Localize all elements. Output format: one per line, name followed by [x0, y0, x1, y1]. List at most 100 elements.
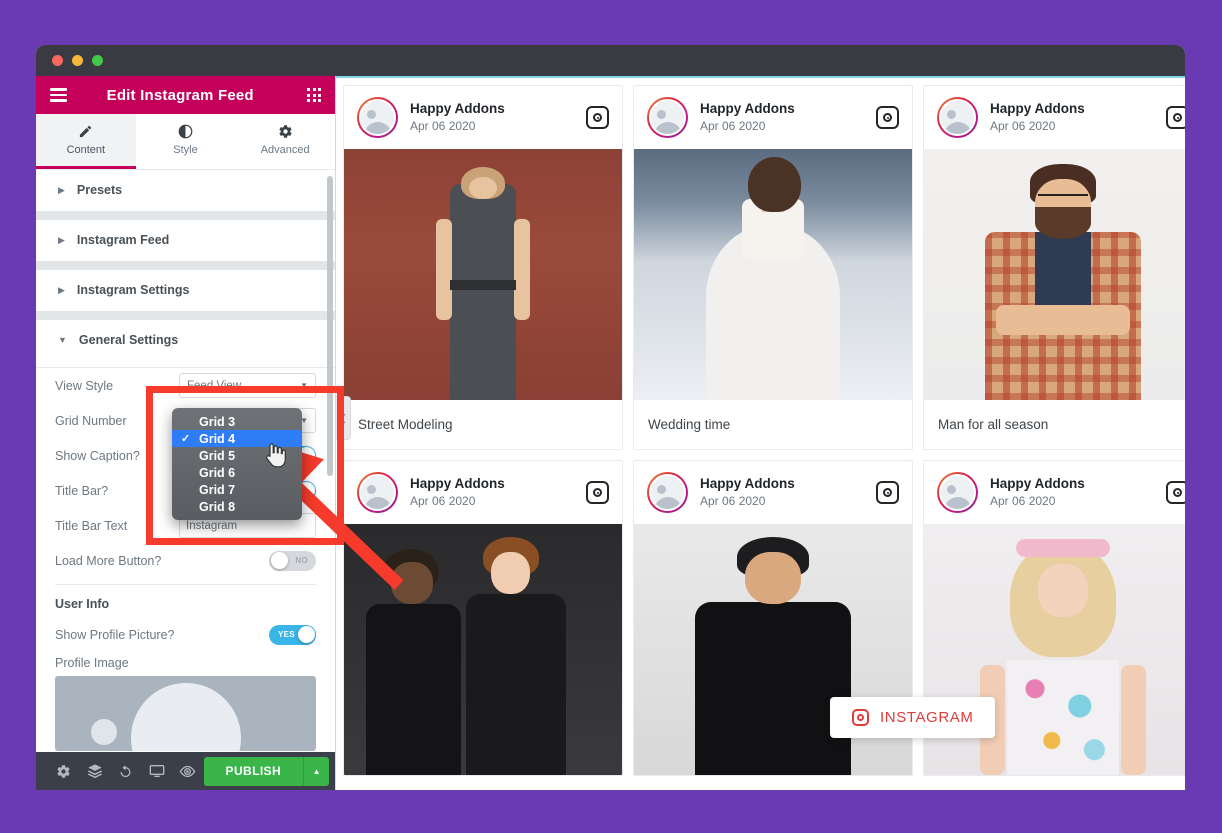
card-date: Apr 06 2020	[700, 118, 766, 133]
dropdown-option-label: Grid 6	[199, 465, 236, 480]
card-username: Happy Addons	[410, 101, 505, 117]
tab-advanced-label: Advanced	[260, 144, 310, 156]
tab-content-label: Content	[66, 144, 106, 156]
card-username: Happy Addons	[990, 101, 1085, 117]
feed-card[interactable]: Happy Addons Apr 06 2020 Man for all sea…	[923, 85, 1185, 450]
dropdown-option-grid-7[interactable]: Grid 7	[172, 481, 302, 498]
feed-card[interactable]: Happy Addons Apr 06 2020 Wedding time	[633, 85, 913, 450]
control-show-profile-label: Show Profile Picture?	[55, 627, 175, 642]
instagram-follow-button[interactable]: INSTAGRAM	[830, 697, 996, 738]
section-presets[interactable]: ▶ Presets	[36, 170, 335, 211]
section-general-settings-label: General Settings	[78, 333, 179, 347]
panel-tabs: Content Style Advanced	[36, 114, 336, 170]
instagram-icon[interactable]	[876, 106, 899, 129]
instagram-follow-label: INSTAGRAM	[880, 709, 974, 726]
chevron-down-icon: ▼	[58, 334, 67, 345]
pencil-icon	[80, 125, 92, 138]
avatar	[357, 472, 398, 513]
gear-icon[interactable]	[48, 752, 79, 790]
avatar-shape	[130, 683, 241, 751]
section-instagram-feed[interactable]: ▶ Instagram Feed	[36, 220, 335, 261]
card-caption: Man for all season	[938, 417, 1049, 432]
dropdown-option-grid-8[interactable]: Grid 8	[172, 498, 302, 515]
dropdown-option-grid-5[interactable]: Grid 5	[172, 447, 302, 464]
history-icon[interactable]	[110, 752, 141, 790]
instagram-icon[interactable]	[1166, 481, 1185, 504]
minimize-window-button[interactable]	[72, 55, 83, 66]
show-profile-toggle[interactable]: YES	[269, 624, 316, 645]
section-presets-label: Presets	[76, 183, 123, 197]
card-image	[344, 524, 622, 775]
preview-icon[interactable]	[172, 752, 203, 790]
instagram-icon[interactable]	[1166, 106, 1185, 129]
view-style-value: Feed View	[187, 379, 242, 392]
publish-button[interactable]: PUBLISH	[203, 756, 304, 786]
card-image	[634, 149, 912, 400]
panel-collapse-handle[interactable]: ❮	[336, 396, 351, 440]
tab-style-label: Style	[173, 144, 198, 156]
dropdown-option-grid-6[interactable]: Grid 6	[172, 464, 302, 481]
card-caption: Wedding time	[648, 417, 731, 432]
load-more-toggle-value: NO	[295, 555, 308, 565]
view-style-select[interactable]: Feed View ▼	[179, 373, 316, 398]
instagram-icon[interactable]	[586, 481, 609, 504]
section-instagram-settings[interactable]: ▶ Instagram Settings	[36, 270, 335, 311]
panel-scrollbar[interactable]	[327, 176, 333, 476]
card-date: Apr 06 2020	[410, 493, 476, 508]
section-divider	[36, 311, 335, 320]
toggle-knob	[270, 552, 288, 569]
chevron-right-icon: ▶	[58, 234, 65, 245]
card-username: Happy Addons	[410, 476, 505, 492]
close-window-button[interactable]	[52, 55, 63, 66]
card-header: Happy Addons Apr 06 2020	[924, 86, 1185, 149]
section-divider	[36, 211, 335, 220]
card-image	[344, 149, 622, 400]
control-view-style: View Style Feed View ▼	[55, 368, 316, 403]
avatar	[937, 472, 978, 513]
load-more-toggle[interactable]: NO	[269, 550, 316, 571]
section-divider	[36, 261, 335, 270]
toggle-knob	[297, 626, 315, 643]
feed-card[interactable]: Happy Addons Apr 06 2020 Street Modeling	[343, 85, 623, 450]
maximize-window-button[interactable]	[92, 55, 103, 66]
layers-icon[interactable]	[79, 752, 110, 790]
instagram-feed-grid: Happy Addons Apr 06 2020 Street Modeling	[336, 78, 1185, 776]
chevron-down-icon: ▼	[300, 381, 308, 390]
card-image	[924, 149, 1185, 400]
dropdown-option-label: Grid 3	[199, 414, 236, 429]
checkmark-icon: ✓	[181, 433, 191, 445]
grid-dots-icon[interactable]	[307, 88, 321, 102]
control-load-more-button: Load More Button? NO	[55, 543, 316, 578]
section-general-settings[interactable]: ▼ General Settings	[36, 320, 335, 361]
control-title-bar-label: Title Bar?	[55, 483, 109, 498]
chevron-up-icon[interactable]: ▲	[303, 756, 330, 786]
panel-header: Edit Instagram Feed	[36, 76, 335, 114]
chevron-right-icon: ▶	[58, 284, 65, 295]
instagram-icon[interactable]	[586, 106, 609, 129]
control-show-profile-picture: Show Profile Picture? YES	[55, 617, 316, 652]
panel-footer: PUBLISH ▲	[36, 752, 335, 790]
card-date: Apr 06 2020	[990, 493, 1056, 508]
tab-style[interactable]: Style	[135, 114, 236, 169]
contrast-icon	[178, 124, 193, 139]
control-view-style-label: View Style	[55, 378, 114, 393]
feed-card[interactable]: Happy Addons Apr 06 2020	[343, 460, 623, 776]
dropdown-option-grid-4[interactable]: ✓ Grid 4	[172, 430, 302, 447]
tab-content[interactable]: Content	[36, 114, 136, 169]
profile-image-preview[interactable]	[55, 676, 316, 751]
control-grid-number-label: Grid Number	[55, 413, 127, 428]
grid-number-dropdown-menu[interactable]: Grid 3 ✓ Grid 4 Grid 5 Grid 6 Grid 7 Gri…	[172, 408, 302, 520]
instagram-icon[interactable]	[876, 481, 899, 504]
tab-advanced[interactable]: Advanced	[235, 114, 336, 169]
dropdown-option-grid-3[interactable]: Grid 3	[172, 413, 302, 430]
control-load-more-label: Load More Button?	[55, 553, 162, 568]
page-title: Edit Instagram Feed	[106, 86, 254, 104]
card-username: Happy Addons	[700, 101, 795, 117]
responsive-icon[interactable]	[141, 752, 172, 790]
card-username: Happy Addons	[700, 476, 795, 492]
dropdown-option-label: Grid 8	[199, 499, 236, 514]
card-username: Happy Addons	[990, 476, 1085, 492]
avatar	[357, 97, 398, 138]
section-instagram-feed-label: Instagram Feed	[76, 233, 170, 247]
avatar	[647, 472, 688, 513]
